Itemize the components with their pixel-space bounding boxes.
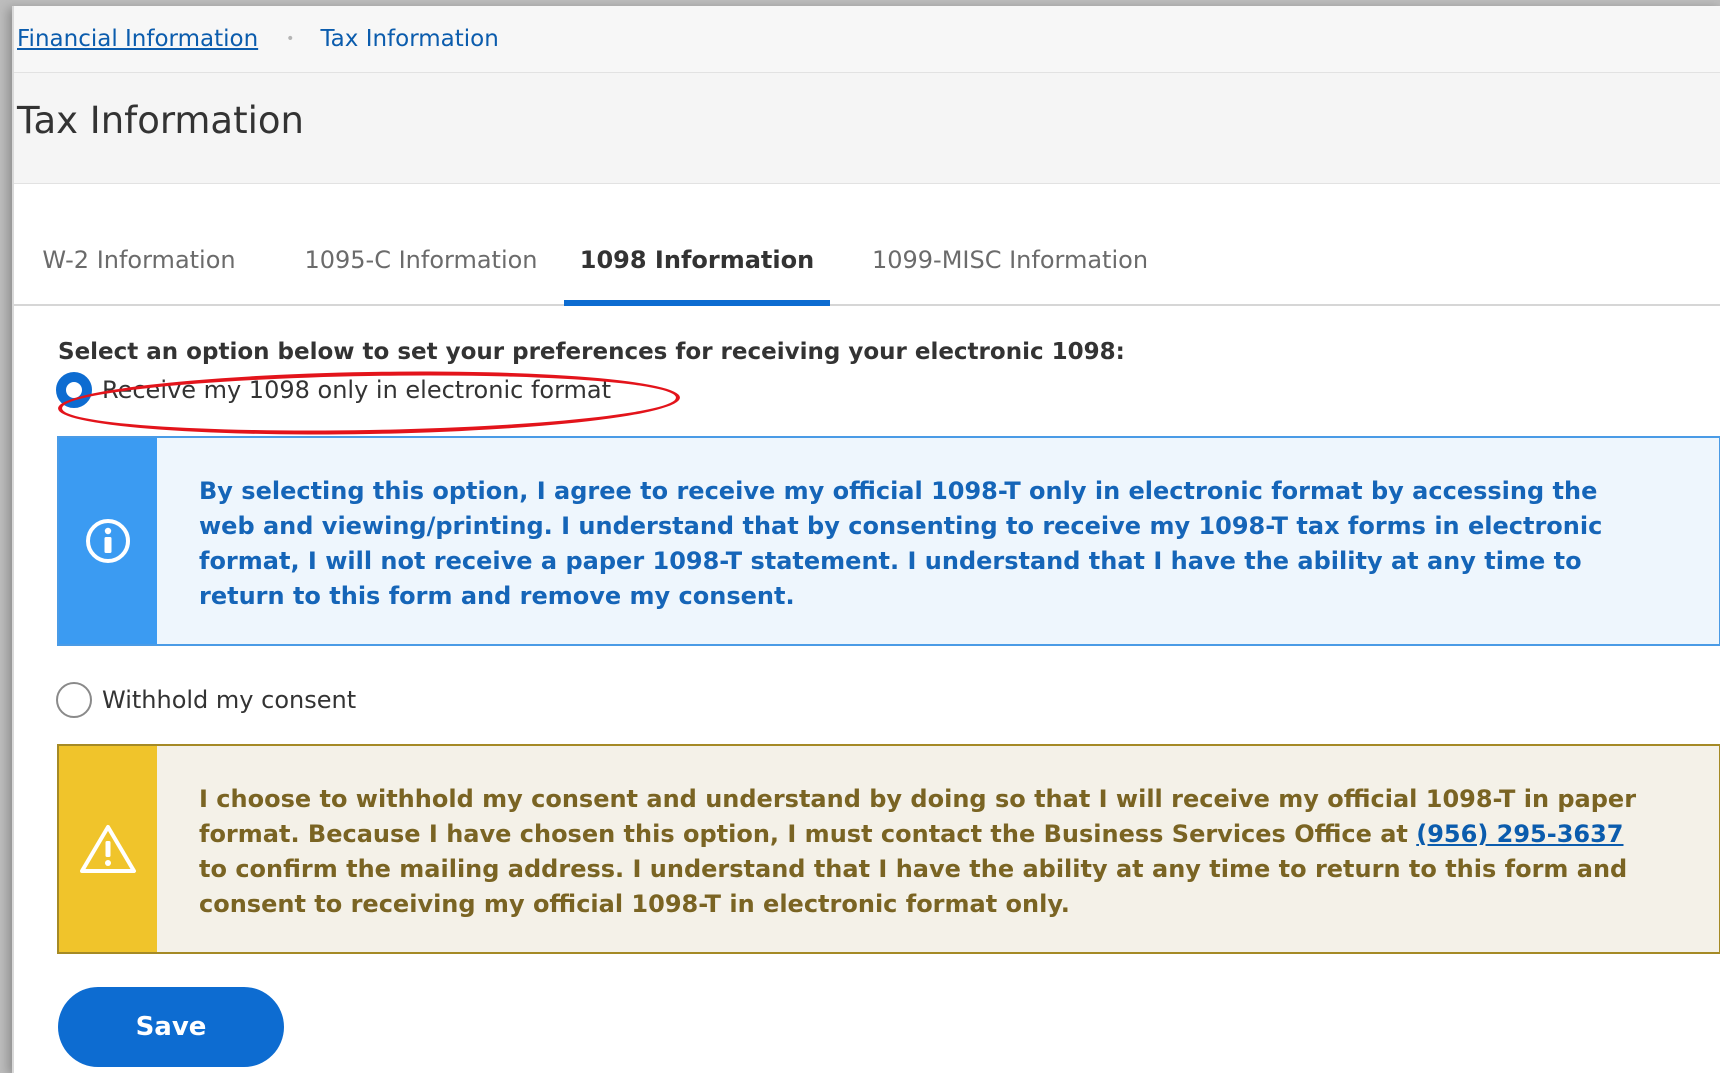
info-alert: By selecting this option, I agree to rec… [57, 436, 1720, 646]
phone-link[interactable]: (956) 295-3637 [1416, 820, 1623, 848]
tab-w2-information[interactable]: W-2 Information [14, 216, 264, 304]
breadcrumb-separator: • [286, 31, 295, 47]
warning-alert-sidebar [59, 746, 157, 952]
app-window: Financial Information • Tax Information … [12, 6, 1720, 1073]
warning-alert-text: I choose to withhold my consent and unde… [157, 746, 1719, 952]
save-button[interactable]: Save [58, 987, 284, 1067]
tab-bar: W-2 Information 1095-C Information 1098 … [14, 216, 1720, 306]
breadcrumb-current: Tax Information [320, 26, 499, 52]
radio-electronic-format[interactable] [56, 372, 92, 408]
radio-withhold-consent[interactable] [56, 682, 92, 718]
tab-1098-information[interactable]: 1098 Information [564, 216, 830, 306]
page-header: Tax Information [14, 73, 1720, 184]
tab-1099misc-information[interactable]: 1099-MISC Information [850, 216, 1170, 304]
option-electronic-format[interactable]: Receive my 1098 only in electronic forma… [56, 372, 611, 408]
option-withhold-consent-label[interactable]: Withhold my consent [102, 686, 356, 714]
warning-text-part-2: to confirm the mailing address. I unders… [199, 855, 1628, 918]
warning-alert: I choose to withhold my consent and unde… [57, 744, 1720, 954]
option-electronic-format-label[interactable]: Receive my 1098 only in electronic forma… [102, 376, 611, 404]
page-title: Tax Information [17, 99, 304, 142]
breadcrumb-link-financial-information[interactable]: Financial Information [17, 26, 258, 52]
info-alert-text: By selecting this option, I agree to rec… [199, 477, 1603, 610]
preference-prompt: Select an option below to set your prefe… [58, 339, 1125, 365]
breadcrumb: Financial Information • Tax Information [14, 6, 1720, 73]
info-circle-icon [86, 519, 130, 563]
info-alert-sidebar [59, 438, 157, 644]
warning-triangle-icon [80, 825, 136, 873]
tab-1095c-information[interactable]: 1095-C Information [286, 216, 556, 304]
option-withhold-consent[interactable]: Withhold my consent [56, 682, 356, 718]
